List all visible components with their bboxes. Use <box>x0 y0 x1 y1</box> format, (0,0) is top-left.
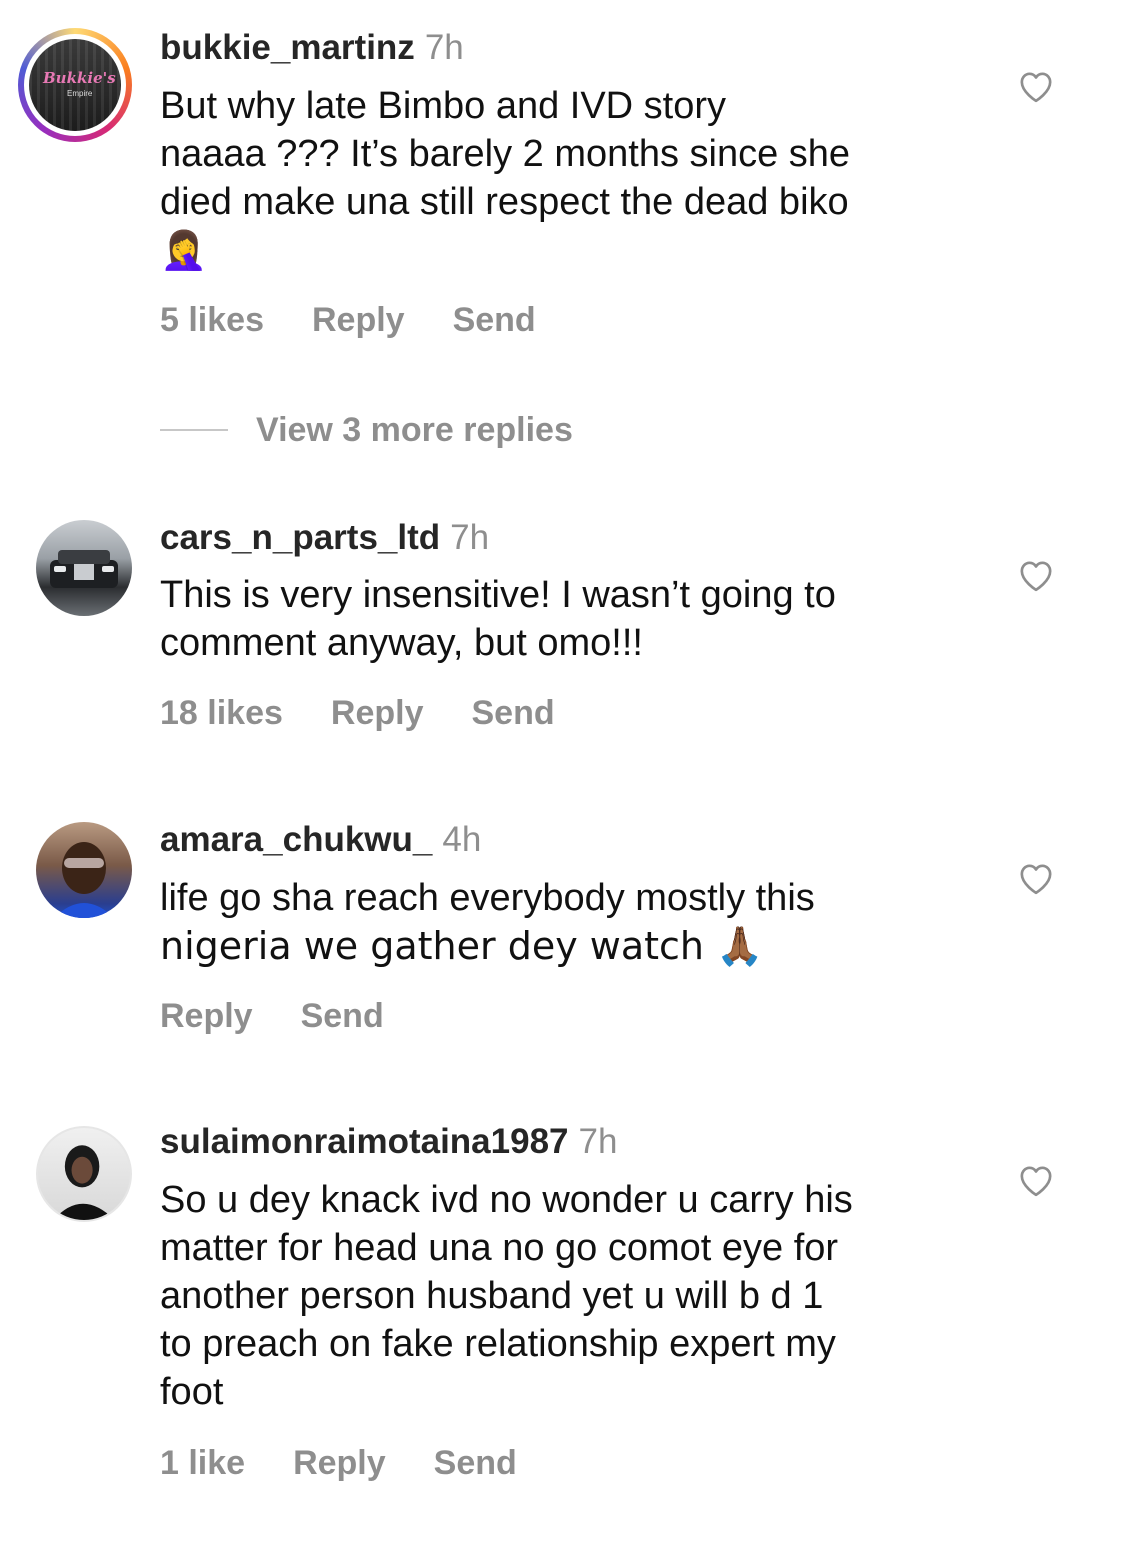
avatar[interactable] <box>36 520 132 616</box>
facepalm-emoji: 🤦‍♀️ <box>160 228 208 272</box>
send-button[interactable]: Send <box>471 694 554 732</box>
comment-time: 7h <box>578 1122 618 1161</box>
car-image <box>50 550 118 588</box>
comment-text: This is very insensitive! I wasn’t going… <box>160 574 836 664</box>
comment-item: sulaimonraimotaina1987 7h So u dey knack … <box>0 1106 1125 1526</box>
comment-actions: 18 likes Reply Send <box>160 693 603 733</box>
send-button[interactable]: Send <box>434 1444 517 1482</box>
heart-icon[interactable] <box>1016 858 1056 896</box>
reply-button[interactable]: Reply <box>293 1444 386 1482</box>
comment-time: 7h <box>424 28 464 67</box>
divider <box>160 429 228 431</box>
comment-time: 4h <box>442 820 482 859</box>
avatar[interactable] <box>36 822 132 918</box>
comment-text: So u dey knack ivd no wonder u carry his… <box>160 1179 853 1413</box>
avatar-logo-subtext: Empire <box>67 89 93 98</box>
avatar-logo-text: Bukkie's <box>43 69 116 87</box>
heart-icon[interactable] <box>1016 1160 1056 1198</box>
reply-button[interactable]: Reply <box>160 997 253 1035</box>
likes-count[interactable]: 5 likes <box>160 301 264 339</box>
person-image <box>53 1145 115 1220</box>
reply-button[interactable]: Reply <box>331 694 424 732</box>
comment-time: 7h <box>450 518 490 557</box>
comment-username[interactable]: amara_chukwu_ <box>160 820 432 859</box>
avatar[interactable] <box>36 1126 132 1222</box>
person-image <box>54 842 114 918</box>
comment-username[interactable]: sulaimonraimotaina1987 <box>160 1122 569 1161</box>
comment-username[interactable]: bukkie_martinz <box>160 28 415 67</box>
send-button[interactable]: Send <box>453 301 536 339</box>
view-more-replies-button[interactable]: View 3 more replies <box>160 408 573 452</box>
comment-text: But why late Bimbo and IVD story naaaa ?… <box>160 82 980 274</box>
heart-icon[interactable] <box>1016 66 1056 104</box>
comment-username[interactable]: cars_n_parts_ltd <box>160 518 440 557</box>
heart-icon[interactable] <box>1016 555 1056 593</box>
comment-text: life go sha reach everybody mostly this … <box>160 877 815 968</box>
comment-item: Bukkie's Empire bukkie_martinz 7h But why… <box>0 0 1125 360</box>
comment-actions: 1 like Reply Send <box>160 1443 565 1483</box>
comment-item: cars_n_parts_ltd 7h This is very insensit… <box>0 500 1125 760</box>
avatar[interactable]: Bukkie's Empire <box>18 28 132 142</box>
comment-item: amara_chukwu_ 4h life go sha reach everyb… <box>0 804 1125 1064</box>
send-button[interactable]: Send <box>301 997 384 1035</box>
reply-button[interactable]: Reply <box>312 301 405 339</box>
likes-count[interactable]: 18 likes <box>160 694 283 732</box>
likes-count[interactable]: 1 like <box>160 1444 245 1482</box>
comment-actions: 5 likes Reply Send <box>160 300 584 340</box>
comment-actions: Reply Send <box>160 996 432 1036</box>
